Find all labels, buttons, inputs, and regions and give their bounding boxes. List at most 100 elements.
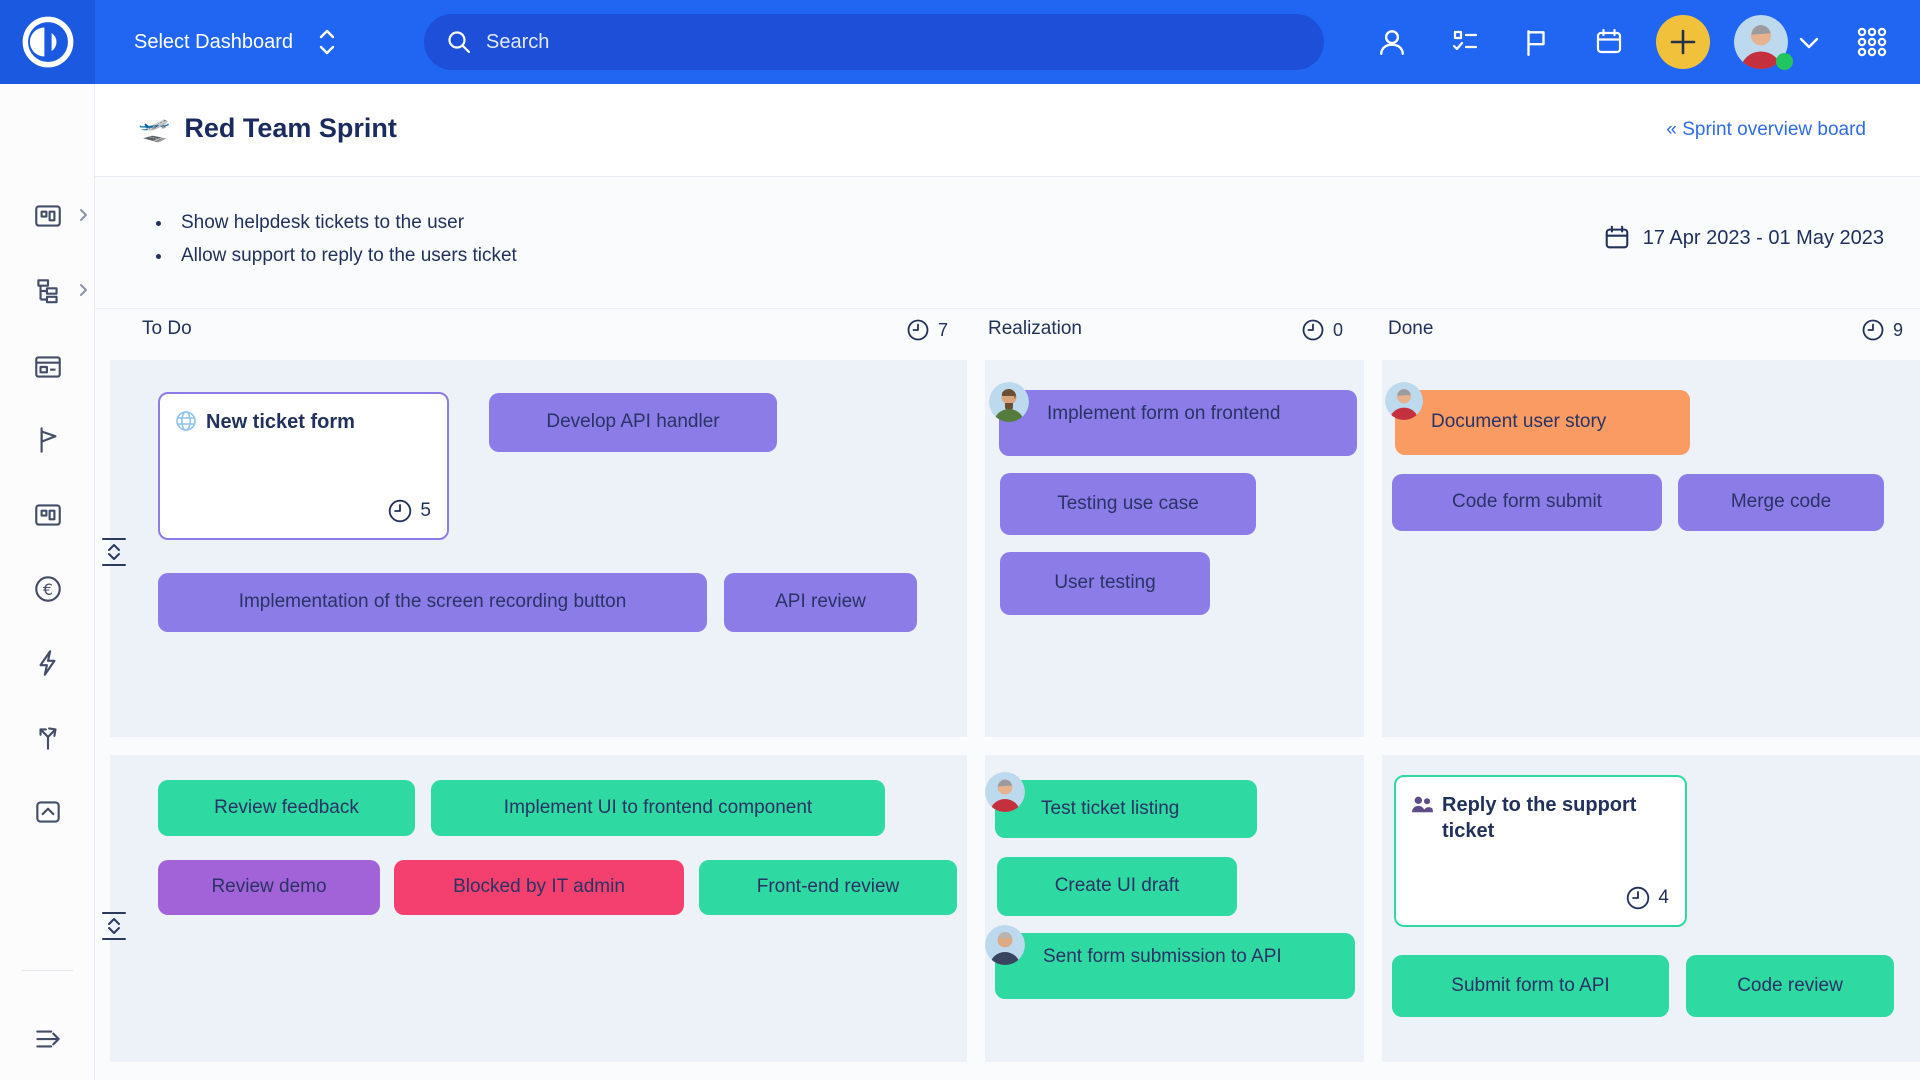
card-title: Front-end review (757, 875, 900, 900)
assignee-avatar (989, 382, 1029, 422)
sort-chevrons-icon (319, 29, 335, 55)
svg-text:€: € (43, 580, 53, 599)
search-input[interactable] (486, 31, 1266, 54)
apps-grid-icon[interactable] (1848, 18, 1896, 66)
split-arrows-icon[interactable] (30, 720, 66, 756)
sprint-goal-item: Show helpdesk tickets to the user (173, 212, 517, 234)
avatar-chevron-down-icon[interactable] (1797, 31, 1821, 55)
task-card[interactable]: Reply to the support ticket 4 (1394, 775, 1687, 927)
dashboard-selector-label: Select Dashboard (134, 31, 293, 54)
calendar-icon[interactable] (1585, 18, 1633, 66)
clock-icon (906, 318, 930, 342)
hours-count: 5 (420, 500, 431, 522)
task-card[interactable]: Merge code (1678, 474, 1884, 531)
online-status-dot (1776, 53, 1793, 70)
task-card[interactable]: Document user story (1395, 390, 1690, 455)
lightning-icon[interactable] (30, 645, 66, 681)
sprint-overview-link[interactable]: « Sprint overview board (1666, 119, 1866, 141)
swimlane-toggle[interactable] (100, 911, 128, 941)
header-divider (95, 176, 1920, 177)
flag-icon[interactable] (1512, 18, 1560, 66)
add-button[interactable] (1656, 15, 1710, 69)
assignee-avatar (1385, 382, 1423, 420)
card-hours: 4 (1625, 885, 1669, 911)
card-title: Blocked by IT admin (453, 875, 625, 900)
card-title: Testing use case (1057, 492, 1199, 517)
page-title: 🛫 Red Team Sprint (138, 113, 397, 144)
card-title: Reply to the support ticket (1442, 792, 1671, 844)
task-card[interactable]: Code review (1686, 955, 1894, 1017)
card-title: Implement form on frontend (1047, 400, 1280, 428)
app-logo[interactable] (0, 0, 95, 84)
task-card[interactable]: Review feedback (158, 780, 415, 836)
hours-count: 4 (1658, 887, 1669, 909)
task-card[interactable]: Test ticket listing (995, 780, 1257, 838)
task-card[interactable]: Sent form submission to API (995, 933, 1355, 999)
calendar-icon (1603, 224, 1631, 252)
boards-icon[interactable] (30, 198, 66, 234)
user-icon[interactable] (1368, 18, 1416, 66)
task-card[interactable]: Review demo (158, 860, 380, 915)
card-title: Develop API handler (546, 410, 719, 435)
column-hours-done: 9 (1861, 318, 1903, 342)
page-title-text: Red Team Sprint (184, 113, 397, 144)
chevron-right-icon (76, 208, 90, 222)
assignee-avatar (985, 925, 1025, 965)
hours-count: 7 (938, 320, 948, 341)
task-card[interactable]: Implement form on frontend (999, 390, 1357, 456)
sprint-board-page: Select Dashboard (0, 0, 1920, 1080)
search-bar[interactable] (424, 14, 1324, 70)
card-title: Create UI draft (1055, 874, 1180, 899)
clock-icon (1861, 318, 1885, 342)
column-header-todo: To Do (142, 318, 192, 340)
card-title: User testing (1054, 571, 1155, 596)
window-icon[interactable] (30, 349, 66, 385)
sprint-goals-list: Show helpdesk tickets to the user Allow … (155, 212, 517, 278)
card-title: Code form submit (1452, 490, 1602, 515)
clock-icon (1301, 318, 1325, 342)
task-card[interactable]: Testing use case (1000, 473, 1256, 535)
task-card[interactable]: Front-end review (699, 860, 957, 915)
chevron-right-icon (76, 283, 90, 297)
card-title: Review demo (211, 875, 326, 900)
column-header-done: Done (1388, 318, 1433, 340)
task-card[interactable]: Implementation of the screen recording b… (158, 573, 707, 632)
task-card[interactable]: Develop API handler (489, 393, 777, 452)
hours-count: 9 (1893, 320, 1903, 341)
task-card[interactable]: New ticket form 5 (158, 392, 449, 540)
card-title: Implement UI to frontend component (504, 796, 812, 821)
tasks-icon[interactable] (1441, 18, 1489, 66)
flag-icon[interactable] (30, 422, 66, 458)
task-card[interactable]: Submit form to API (1392, 955, 1669, 1017)
task-card[interactable]: Create UI draft (997, 857, 1237, 916)
card-title: Implementation of the screen recording b… (239, 590, 627, 615)
sidebar: € (0, 84, 95, 1080)
tree-icon[interactable] (30, 273, 66, 309)
task-card[interactable]: Code form submit (1392, 474, 1662, 531)
people-icon (1411, 795, 1433, 844)
task-card[interactable]: Blocked by IT admin (394, 860, 684, 915)
card-title: Merge code (1731, 490, 1831, 515)
collapse-sidebar-icon[interactable] (30, 1021, 66, 1057)
card-hours: 5 (387, 498, 431, 524)
swimlane-toggle[interactable] (100, 537, 128, 567)
dashboard-icon[interactable] (30, 497, 66, 533)
logo-icon (19, 13, 77, 71)
task-card[interactable]: Implement UI to frontend component (431, 780, 885, 836)
card-title: Document user story (1431, 410, 1606, 435)
dashboard-selector[interactable]: Select Dashboard (134, 0, 335, 84)
card-title: New ticket form (206, 409, 355, 435)
card-title: API review (775, 590, 866, 615)
topbar: Select Dashboard (0, 0, 1920, 84)
card-title: Submit form to API (1451, 974, 1609, 999)
card-title: Review feedback (214, 796, 359, 821)
upload-box-icon[interactable] (30, 794, 66, 830)
euro-icon[interactable]: € (30, 571, 66, 607)
task-card[interactable]: User testing (1000, 552, 1210, 615)
card-title: Sent form submission to API (1043, 943, 1282, 971)
globe-icon (175, 410, 197, 435)
task-card[interactable]: API review (724, 573, 917, 632)
card-title: Code review (1737, 974, 1843, 999)
search-icon (446, 29, 472, 55)
column-hours-todo: 7 (906, 318, 948, 342)
